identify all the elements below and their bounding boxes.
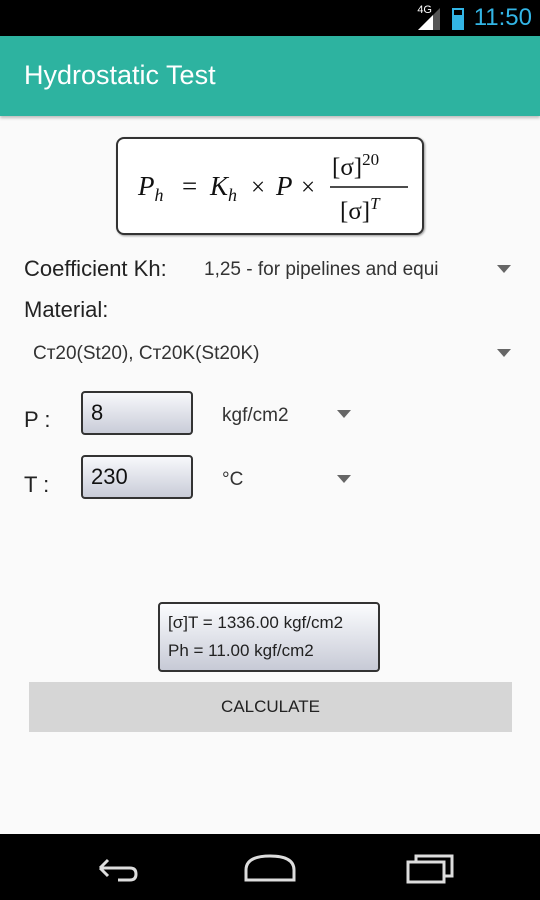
signal-icon bbox=[418, 8, 440, 30]
home-icon[interactable] bbox=[240, 834, 300, 900]
svg-text:=: = bbox=[182, 171, 197, 201]
status-time: 11:50 bbox=[473, 4, 532, 31]
back-icon[interactable] bbox=[84, 834, 144, 900]
status-bar: 4G 11:50 bbox=[0, 0, 540, 36]
svg-text:P: P bbox=[275, 171, 293, 201]
calculate-button[interactable]: CALCULATE bbox=[29, 682, 512, 732]
formula-p: P bbox=[137, 171, 155, 201]
pressure-unit-dropdown-icon[interactable] bbox=[337, 410, 351, 418]
pressure-unit-spinner[interactable]: kgf/cm2 bbox=[222, 405, 289, 427]
coefficient-spinner[interactable]: 1,25 - for pipelines and equi bbox=[204, 259, 482, 281]
navigation-bar bbox=[0, 834, 540, 900]
temperature-unit-spinner[interactable]: °C bbox=[222, 469, 243, 491]
result-panel: [σ]T = 1336.00 kgf/cm2 Ph = 11.00 kgf/cm… bbox=[158, 602, 380, 672]
result-allowable-stress: [σ]T = 1336.00 kgf/cm2 bbox=[168, 613, 344, 632]
recents-icon[interactable] bbox=[398, 834, 458, 900]
battery-icon bbox=[452, 8, 464, 30]
coefficient-dropdown-icon[interactable] bbox=[497, 265, 511, 273]
svg-text:×: × bbox=[251, 174, 265, 201]
result-test-pressure: Ph = 11.00 kgf/cm2 bbox=[168, 641, 314, 660]
svg-text:×: × bbox=[301, 174, 315, 201]
app-title: Hydrostatic Test bbox=[24, 60, 216, 90]
svg-text:[σ]20: [σ]20 bbox=[332, 150, 379, 181]
app-bar: Hydrostatic Test bbox=[0, 36, 540, 116]
pressure-label: P : bbox=[24, 407, 51, 432]
material-spinner[interactable]: Ст20(St20), Ст20K(St20K) bbox=[33, 343, 473, 365]
coefficient-label: Coefficient Kh: bbox=[24, 256, 167, 281]
pressure-input[interactable] bbox=[81, 391, 193, 435]
temperature-unit-dropdown-icon[interactable] bbox=[337, 475, 351, 483]
temperature-label: T : bbox=[24, 472, 50, 497]
temperature-input[interactable] bbox=[81, 455, 193, 499]
formula-image: Ph = Kh × P × [σ]20 [σ]T bbox=[116, 137, 424, 235]
material-dropdown-icon[interactable] bbox=[497, 349, 511, 357]
material-label: Material: bbox=[24, 297, 109, 322]
svg-text:Ph: Ph bbox=[137, 171, 164, 205]
svg-text:[σ]T: [σ]T bbox=[340, 194, 381, 225]
svg-text:Kh: Kh bbox=[209, 171, 237, 205]
